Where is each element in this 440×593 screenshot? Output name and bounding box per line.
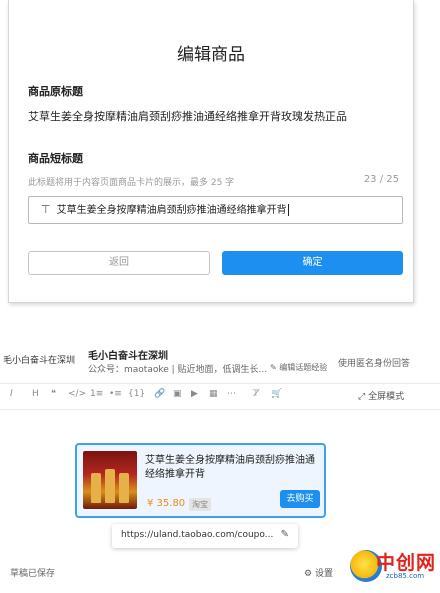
link-icon[interactable]: 🔗 — [154, 389, 165, 399]
char-counter: 23 / 25 — [363, 174, 399, 185]
confirm-button[interactable]: 确定 — [222, 251, 403, 275]
code-icon[interactable]: </> — [68, 389, 86, 399]
expand-icon: ⤢ — [358, 392, 369, 402]
dialog-title: 编辑商品 — [177, 45, 245, 65]
author-name-short: 毛小白奋斗在深圳 — [3, 356, 76, 366]
unordered-list-icon[interactable]: •≡ — [109, 389, 122, 399]
product-price: ¥ 35.80 — [147, 498, 186, 509]
image-icon[interactable]: ▣ — [173, 389, 182, 399]
clear-format-icon[interactable]: ⊤̸ — [252, 389, 260, 399]
short-title-value: 艾草生姜全身按摩精油肩颈刮痧推油通经络推拿开背 — [56, 205, 287, 216]
author-account-line: 公众号：maotaoke | 贴近地面，低调生长... — [88, 365, 268, 375]
bottle-shape — [119, 473, 129, 503]
edit-experience-link[interactable]: ✎ 编辑话题经验 — [270, 362, 327, 373]
text-cursor-icon: ⊤ — [41, 203, 51, 216]
back-button[interactable]: 返回 — [28, 251, 210, 275]
draft-saved-status: 草稿已保存 — [10, 569, 56, 579]
edit-link-icon[interactable]: ✎ — [281, 529, 289, 540]
pencil-icon: ✎ — [270, 363, 280, 372]
store-tag: 淘宝 — [189, 498, 211, 511]
cart-icon[interactable]: 🛒 — [271, 389, 282, 399]
short-title-input[interactable]: ⊤ 艾草生姜全身按摩精油肩颈刮痧推油通经络推拿开背 — [28, 196, 403, 224]
more-icon[interactable]: ⋯ — [227, 389, 236, 399]
video-icon[interactable]: ▶ — [191, 389, 198, 399]
product-card-title: 艾草生姜全身按摩精油肩颈刮痧推油通经络推拿开背 — [145, 455, 315, 480]
author-row: 毛小白奋斗在深圳 毛小白奋斗在深圳 公众号：maotaoke | 贴近地面，低调… — [0, 345, 440, 381]
edit-product-dialog: 编辑商品 商品原标题 艾草生姜全身按摩精油肩颈刮痧推油通经络推拿开背玫瑰发热正品… — [8, 0, 414, 303]
divider — [0, 409, 440, 410]
product-card[interactable]: 艾草生姜全身按摩精油肩颈刮痧推油通经络推拿开背 ¥ 35.80 淘宝 去购买 — [75, 443, 326, 518]
buy-button[interactable]: 去购买 — [280, 490, 320, 508]
text-caret — [287, 204, 289, 216]
fullscreen-button[interactable]: ⤢ 全屏模式 — [358, 389, 404, 402]
original-title-text: 艾草生姜全身按摩精油肩颈刮痧推油通经络推拿开背玫瑰发热正品 — [28, 110, 347, 123]
product-thumbnail — [83, 451, 137, 509]
anonymous-reply-toggle[interactable]: 使用匿名身份回答 — [338, 356, 410, 369]
watermark-text: 中创网 — [376, 552, 437, 574]
quote-icon[interactable]: ❝ — [51, 389, 56, 399]
bottle-shape — [105, 469, 115, 503]
formula-icon[interactable]: {1} — [128, 389, 145, 399]
ordered-list-icon[interactable]: 1≡ — [90, 389, 103, 399]
bottle-shape — [91, 473, 101, 503]
original-title-label: 商品原标题 — [28, 85, 83, 98]
watermark-domain: zcb85.com — [386, 572, 425, 580]
gear-icon: ⚙ — [304, 569, 315, 579]
divider — [0, 383, 440, 384]
short-title-label: 商品短标题 — [28, 152, 83, 165]
italic-button[interactable]: I — [10, 389, 13, 399]
author-name: 毛小白奋斗在深圳 — [88, 351, 168, 362]
settings-button[interactable]: ⚙ 设置 — [304, 566, 333, 579]
short-title-hint: 此标题将用于内容页面商品卡片的展示，最多 25 字 — [28, 178, 235, 188]
heading-button[interactable]: H — [32, 389, 39, 399]
table-icon[interactable]: ▦ — [209, 389, 218, 399]
product-link-url[interactable]: https://uland.taobao.com/coupo... — [121, 530, 273, 540]
link-popup: https://uland.taobao.com/coupo... ✎ — [112, 524, 298, 548]
site-watermark: 中创网 zcb85.com — [342, 528, 440, 588]
